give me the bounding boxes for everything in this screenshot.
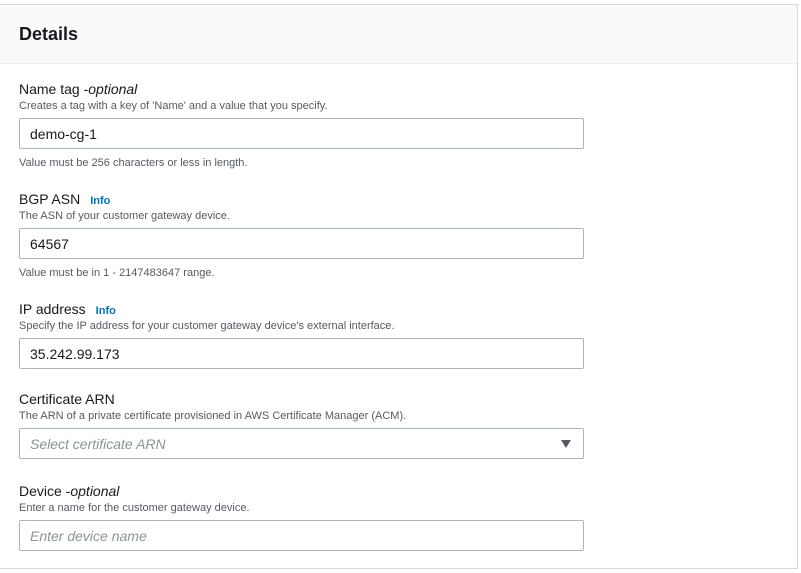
ip-address-input[interactable] [19, 338, 584, 369]
device-label: Device - [19, 483, 71, 499]
bgp-asn-constraint: Value must be in 1 - 2147483647 range. [19, 267, 215, 279]
name-tag-constraint: Value must be 256 characters or less in … [19, 157, 248, 169]
ip-address-field: IP address Info Specify the IP address f… [19, 300, 585, 369]
bgp-asn-description: The ASN of your customer gateway device. [19, 210, 230, 222]
certificate-arn-label: Certificate ARN [19, 391, 115, 407]
certificate-arn-select[interactable]: Select certificate ARN [19, 428, 584, 459]
device-label-row: Device - optional [19, 482, 585, 500]
device-description: Enter a name for the customer gateway de… [19, 502, 250, 514]
bgp-asn-info-link[interactable]: Info [90, 192, 110, 210]
name-tag-optional-label: optional [88, 81, 138, 97]
name-tag-label: Name tag - [19, 81, 89, 97]
name-tag-field: Name tag - optional Creates a tag with a… [19, 80, 585, 170]
name-tag-label-row: Name tag - optional [19, 80, 585, 98]
bgp-asn-label: BGP ASN [19, 191, 81, 207]
bgp-asn-label-row: BGP ASN Info [19, 190, 585, 208]
device-name-input[interactable] [19, 520, 584, 551]
bgp-asn-input[interactable] [19, 228, 584, 259]
name-tag-description: Creates a tag with a key of 'Name' and a… [19, 100, 328, 112]
device-field: Device - optional Enter a name for the c… [19, 482, 585, 551]
details-panel: Details Name tag - optional Creates a ta… [0, 4, 798, 569]
name-tag-input[interactable] [19, 118, 584, 149]
device-optional-label: optional [70, 483, 120, 499]
certificate-arn-placeholder: Select certificate ARN [30, 435, 166, 452]
certificate-arn-field: Certificate ARN The ARN of a private cer… [19, 390, 585, 459]
bgp-asn-field: BGP ASN Info The ASN of your customer ga… [19, 190, 585, 280]
panel-title: Details [19, 23, 79, 44]
certificate-arn-label-row: Certificate ARN [19, 390, 585, 408]
ip-address-description: Specify the IP address for your customer… [19, 320, 395, 332]
ip-address-info-link[interactable]: Info [96, 302, 116, 320]
certificate-arn-description: The ARN of a private certificate provisi… [19, 410, 407, 422]
ip-address-label: IP address [19, 301, 86, 317]
panel-header: Details [0, 5, 797, 64]
ip-address-label-row: IP address Info [19, 300, 585, 318]
caret-down-icon [561, 439, 571, 448]
